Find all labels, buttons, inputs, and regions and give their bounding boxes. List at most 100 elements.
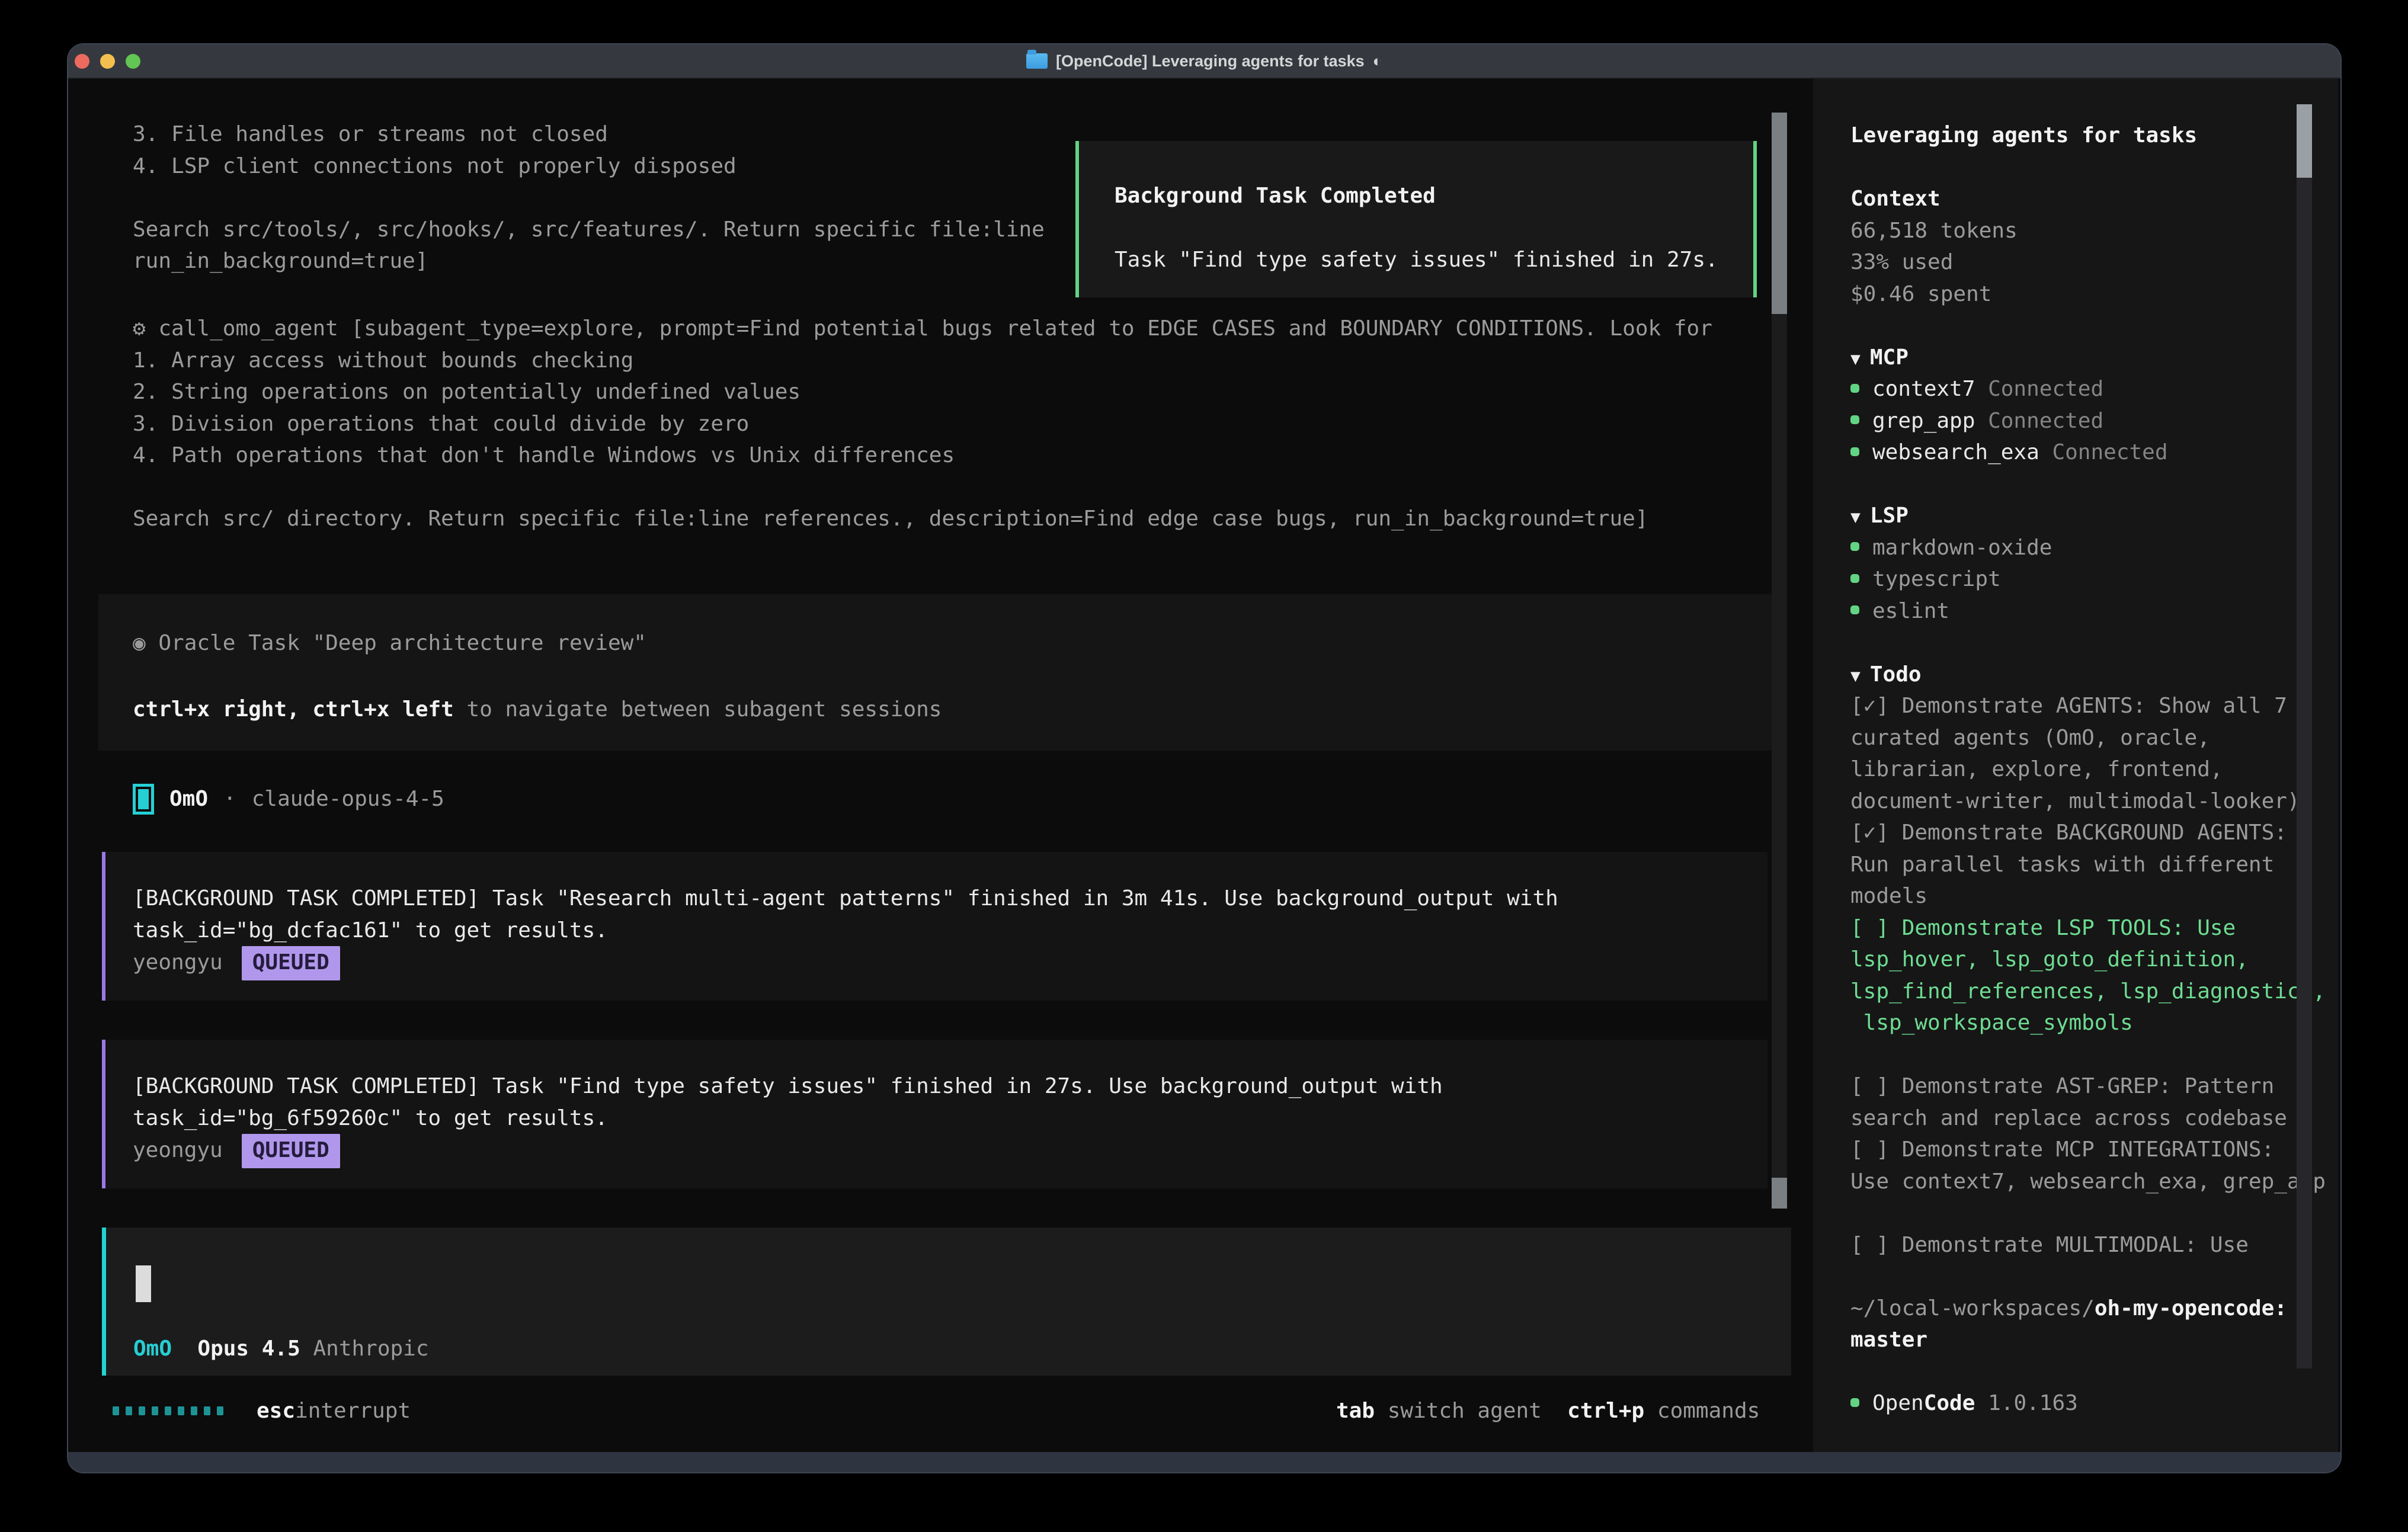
task-card-author: yeongyu [133, 1138, 223, 1162]
mcp-item-status: Connected [1988, 377, 2103, 401]
main-scrollbar-end[interactable] [1772, 1178, 1787, 1209]
esc-key-hint: esc [257, 1395, 295, 1427]
version-line: OpenCode 1.0.163 [1850, 1387, 2326, 1419]
background-task-toast: Background Task Completed Task "Find typ… [1075, 141, 1757, 297]
workspace-branch: master [1850, 1324, 2326, 1356]
sidebar-session-title: Leveraging agents for tasks [1850, 120, 2326, 152]
brand-name-bold: Code [1924, 1391, 1975, 1415]
tool-call-footer: Search src/ directory. Return specific f… [133, 503, 1712, 535]
input-model: Opus 4.5 [197, 1337, 300, 1361]
prompt-input[interactable]: OmO Opus 4.5 Anthropic [102, 1227, 1791, 1376]
input-meta: OmO Opus 4.5 Anthropic [133, 1333, 429, 1365]
workspace-repo: oh-my-opencode: [2095, 1296, 2287, 1321]
workspace-prefix: ~/local-workspaces/ [1850, 1296, 2095, 1321]
workspace-path: ~/local-workspaces/oh-my-opencode: [1850, 1293, 2326, 1325]
oracle-title: Oracle Task "Deep architecture review" [158, 631, 646, 655]
close-button[interactable] [75, 54, 89, 69]
mcp-item-status: Connected [1988, 409, 2103, 433]
context-used: 33% used [1850, 246, 2326, 278]
version-number: 1.0.163 [1988, 1391, 2078, 1415]
oracle-hint-line: ctrl+x right, ctrl+x left to navigate be… [133, 694, 942, 726]
agent-header: OmO · claude-opus-4-5 [133, 783, 444, 815]
chevron-down-icon: ▼ [1850, 501, 1861, 533]
dot-separator-icon: · [223, 783, 236, 815]
context-heading: Context [1850, 183, 2326, 215]
traffic-lights [75, 54, 140, 69]
todo-section-header[interactable]: ▼Todo [1850, 659, 2326, 691]
tool-call-item: 1. Array access without bounds checking [133, 345, 1712, 377]
task-card-author: yeongyu [133, 950, 223, 975]
mcp-heading: MCP [1870, 345, 1909, 370]
task-card: [BACKGROUND TASK COMPLETED] Task "Resear… [102, 852, 1767, 1001]
task-card-line2: task_id="bg_dcfac161" to get results. [133, 915, 1767, 947]
lsp-section-header[interactable]: ▼LSP [1850, 500, 2326, 532]
zoom-button[interactable] [126, 54, 140, 69]
text-cursor [136, 1265, 151, 1302]
scrollback-line: run_in_background=true] [133, 245, 1045, 277]
sidebar-scrollbar-track[interactable] [2297, 104, 2312, 1368]
scrollback-line: 3. File handles or streams not closed [133, 118, 1045, 150]
spinner-dots-icon [113, 1406, 223, 1415]
brand-name-light: Open [1872, 1391, 1924, 1415]
connected-dot-icon [1850, 415, 1859, 424]
desktop: [OpenCode] Leveraging agents for tasks ◐… [0, 0, 2408, 1532]
mcp-item: grep_app Connected [1850, 405, 2326, 437]
tool-call-header-line: ⚙ call_omo_agent [subagent_type=explore,… [133, 313, 1712, 345]
ctrlp-key-hint: ctrl+p [1567, 1399, 1644, 1423]
todo-line-active: lsp_workspace_symbols [1850, 1007, 2326, 1039]
tool-call-header: call_omo_agent [subagent_type=explore, p… [158, 316, 1712, 341]
connected-dot-icon [1850, 384, 1859, 393]
sidebar-scrollbar-thumb[interactable] [2297, 104, 2312, 178]
terminal-scrollback: 3. File handles or streams not closed 4.… [133, 118, 1045, 277]
mcp-item: context7 Connected [1850, 373, 2326, 405]
status-bar-left: esc interrupt [113, 1395, 411, 1427]
task-card-meta: yeongyu QUEUED [133, 946, 1767, 978]
lsp-item-name: typescript [1872, 567, 2001, 591]
folder-icon [1026, 53, 1048, 69]
connected-dot-icon [1850, 1398, 1859, 1407]
status-badge: QUEUED [242, 946, 340, 980]
sidebar-content: Leveraging agents for tasks Context 66,5… [1850, 120, 2326, 1419]
mcp-item-name: context7 [1872, 377, 1975, 401]
agent-omo-icon [133, 784, 154, 815]
todo-line-pending: [ ] Demonstrate MCP INTEGRATIONS: [1850, 1134, 2326, 1166]
lsp-item-name: markdown-oxide [1872, 536, 2052, 560]
input-agent-name: OmO [133, 1337, 172, 1361]
connected-dot-icon [1850, 447, 1859, 456]
mcp-item-name: websearch_exa [1872, 440, 2039, 464]
toast-title: Background Task Completed [1115, 180, 1436, 212]
todo-heading: Todo [1870, 662, 1922, 687]
main-scrollbar-thumb[interactable] [1772, 113, 1787, 314]
tab-key-label: switch agent [1388, 1399, 1542, 1423]
agent-model: claude-opus-4-5 [252, 783, 444, 815]
tool-call-block: ⚙ call_omo_agent [subagent_type=explore,… [133, 313, 1712, 535]
oracle-hint-text: to navigate between subagent sessions [454, 697, 942, 722]
gear-icon: ⚙ [133, 316, 146, 341]
scrollback-line: 4. LSP client connections not properly d… [133, 150, 1045, 182]
task-card-line1: [BACKGROUND TASK COMPLETED] Task "Find t… [133, 1071, 1767, 1102]
minimize-button[interactable] [100, 54, 115, 69]
context-tokens: 66,518 tokens [1850, 215, 2326, 247]
input-provider: Anthropic [313, 1337, 428, 1361]
window-titlebar[interactable]: [OpenCode] Leveraging agents for tasks ◐ [68, 44, 2340, 79]
lsp-item: markdown-oxide [1850, 532, 2326, 564]
todo-line-done: [✓] Demonstrate BACKGROUND AGENTS: [1850, 817, 2326, 849]
task-card: [BACKGROUND TASK COMPLETED] Task "Find t… [102, 1040, 1767, 1188]
session-state-icon: ◐ [1373, 52, 1382, 70]
todo-line-active: lsp_find_references, lsp_diagnostics, [1850, 976, 2326, 1008]
oracle-hint-keys: ctrl+x right, ctrl+x left [133, 697, 454, 722]
todo-line-pending: [ ] Demonstrate AST-GREP: Pattern [1850, 1071, 2326, 1102]
lsp-item: eslint [1850, 595, 2326, 627]
connected-dot-icon [1850, 605, 1859, 614]
todo-line-done: librarian, explore, frontend, [1850, 754, 2326, 786]
context-spent: $0.46 spent [1850, 278, 2326, 310]
connected-dot-icon [1850, 542, 1859, 551]
todo-line-pending: Use context7, websearch_exa, grep_app [1850, 1166, 2326, 1198]
oracle-task-panel: ◉ Oracle Task "Deep architecture review"… [98, 594, 1776, 751]
chevron-down-icon: ▼ [1850, 343, 1861, 375]
mcp-item-status: Connected [2052, 440, 2167, 464]
tool-call-item: 3. Division operations that could divide… [133, 408, 1712, 440]
todo-line-active: [ ] Demonstrate LSP TOOLS: Use [1850, 912, 2326, 944]
task-card-meta: yeongyuQUEUED [133, 1134, 1767, 1166]
mcp-section-header[interactable]: ▼ MCP [1850, 342, 2326, 374]
